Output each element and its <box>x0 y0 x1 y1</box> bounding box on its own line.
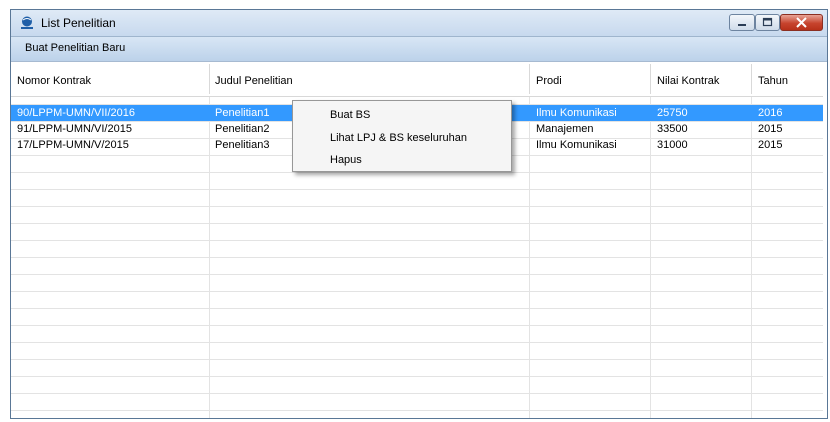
close-icon <box>796 17 807 28</box>
minimize-icon <box>738 24 746 26</box>
cell-prodi: Ilmu Komunikasi <box>536 107 617 119</box>
table-header: Nomor Kontrak Judul Penelitian Prodi Nil… <box>11 62 827 97</box>
cell-nomor-kontrak: 91/LPPM-UMN/VI/2015 <box>17 123 132 135</box>
cell-nilai-kontrak: 31000 <box>657 139 688 151</box>
context-menu-item-hapus[interactable]: Hapus <box>330 154 362 166</box>
cell-prodi: Manajemen <box>536 123 594 135</box>
menu-bar: Buat Penelitian Baru <box>11 37 827 62</box>
column-header-nomor-kontrak[interactable]: Nomor Kontrak <box>17 75 91 87</box>
window-title: List Penelitian <box>41 16 116 30</box>
context-menu-item-lihat-lpj-bs[interactable]: Lihat LPJ & BS keseluruhan <box>330 132 467 144</box>
new-research-menu-item[interactable]: Buat Penelitian Baru <box>25 42 125 54</box>
cell-nilai-kontrak: 33500 <box>657 123 688 135</box>
cell-tahun: 2015 <box>758 139 783 151</box>
cell-nomor-kontrak: 17/LPPM-UMN/V/2015 <box>17 139 129 151</box>
column-header-nilai-kontrak[interactable]: Nilai Kontrak <box>657 75 719 87</box>
cell-judul-penelitian: Penelitian2 <box>215 123 270 135</box>
maximize-icon <box>762 17 773 27</box>
title-bar[interactable]: List Penelitian <box>11 10 827 37</box>
cell-judul-penelitian: Penelitian3 <box>215 139 270 151</box>
column-header-judul-penelitian[interactable]: Judul Penelitian <box>215 75 293 87</box>
cell-prodi: Ilmu Komunikasi <box>536 139 617 151</box>
column-header-tahun[interactable]: Tahun <box>758 75 788 87</box>
list-penelitian-window: List Penelitian Buat Penelitian Baru Nom… <box>10 9 828 419</box>
header-divider[interactable] <box>209 64 210 94</box>
cell-nilai-kontrak: 25750 <box>657 107 688 119</box>
cell-judul-penelitian: Penelitian1 <box>215 107 270 119</box>
app-globe-icon <box>21 16 33 29</box>
column-header-prodi[interactable]: Prodi <box>536 75 562 87</box>
close-button[interactable] <box>780 14 823 31</box>
grid-right-edge <box>823 62 827 418</box>
context-menu-item-buat-bs[interactable]: Buat BS <box>330 109 370 121</box>
header-divider[interactable] <box>751 64 752 94</box>
minimize-button[interactable] <box>729 14 755 31</box>
cell-tahun: 2015 <box>758 123 783 135</box>
header-divider[interactable] <box>650 64 651 94</box>
maximize-button[interactable] <box>755 14 780 31</box>
context-menu: Buat BS Lihat LPJ & BS keseluruhan Hapus <box>292 100 512 172</box>
header-divider[interactable] <box>529 64 530 94</box>
cell-tahun: 2016 <box>758 107 783 119</box>
cell-nomor-kontrak: 90/LPPM-UMN/VII/2016 <box>17 107 135 119</box>
